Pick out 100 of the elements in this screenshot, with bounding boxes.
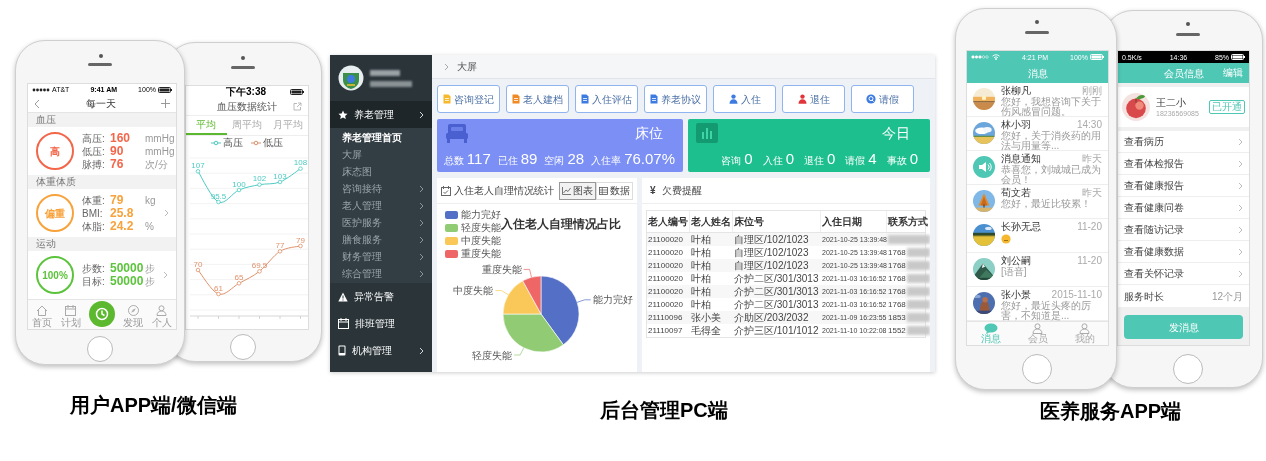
table-cell-text: 21100020 bbox=[647, 286, 684, 298]
menu-item[interactable]: 查看体检报告 bbox=[1118, 153, 1249, 175]
data-label: 65 bbox=[234, 272, 244, 282]
table-cell-text: 介护二区/301/3013 bbox=[733, 298, 820, 311]
quick-action-button[interactable]: 入住评估 bbox=[575, 85, 638, 113]
data-label: 69.5 bbox=[251, 260, 268, 270]
quick-action-button[interactable]: 请假 bbox=[851, 85, 914, 113]
data-label: 100 bbox=[232, 179, 246, 189]
center-action-button[interactable] bbox=[88, 301, 115, 327]
legend-label: 中度失能 bbox=[461, 236, 501, 246]
sidebar-item[interactable]: 养老管理 bbox=[330, 101, 432, 128]
stat-label: 咨询 bbox=[721, 154, 742, 168]
chevron-icon bbox=[1238, 137, 1243, 146]
blur-mask bbox=[370, 80, 412, 87]
data-label: 70 bbox=[193, 259, 203, 269]
message-row[interactable]: 荀文若 昨天 您好，最近比较累！ bbox=[967, 185, 1108, 219]
column-header: 联系方式 bbox=[887, 211, 930, 232]
submenu-item[interactable]: 老人管理 bbox=[330, 197, 432, 214]
member-name: 王二小 bbox=[1156, 97, 1187, 108]
panel-title: 入住老人自理情况统计 bbox=[454, 184, 555, 198]
blur-mask bbox=[906, 248, 930, 257]
submenu-item[interactable]: 养老管理首页 bbox=[330, 129, 432, 146]
submenu-item[interactable]: 床态图 bbox=[330, 163, 432, 180]
clock-icon bbox=[94, 307, 109, 321]
quick-action-button[interactable]: 咨询登记 bbox=[437, 85, 500, 113]
menu-item[interactable]: 查看病历 bbox=[1118, 131, 1249, 153]
submenu-item[interactable]: 财务管理 bbox=[330, 248, 432, 265]
message-row[interactable]: 消息通知 昨天 恭喜您，刘城城已成为会员！ bbox=[967, 151, 1108, 185]
view-toggle[interactable]: 数据 bbox=[596, 181, 633, 200]
slice-label: 能力完好 bbox=[592, 294, 633, 306]
section-heading: 血压 bbox=[36, 115, 56, 125]
table-cell-text: 叶柏 bbox=[690, 285, 712, 298]
leader-line bbox=[495, 290, 509, 296]
view-toggle[interactable]: 图表 bbox=[559, 181, 596, 200]
slice-label: 轻度失能 bbox=[472, 349, 513, 361]
phone-icon bbox=[338, 345, 346, 356]
data-point bbox=[257, 182, 262, 187]
tab-bar-item[interactable]: 发现 bbox=[123, 305, 144, 328]
sidebar-item[interactable]: 排班管理 bbox=[330, 310, 432, 337]
blur-mask bbox=[370, 69, 400, 76]
data-point bbox=[298, 243, 303, 249]
chevron-icon bbox=[444, 62, 449, 71]
message-row[interactable]: 林小羽 14:30 您好，关于消炎药的用法与用量等... bbox=[967, 117, 1108, 151]
sidebar-item[interactable]: 机构管理 bbox=[330, 337, 432, 364]
message-preview: 您好，最近头疼的厉害，不知道是... bbox=[1001, 301, 1092, 321]
data-label: 77 bbox=[275, 240, 285, 250]
menu-item[interactable]: 查看健康数据 bbox=[1118, 241, 1249, 263]
table-cell-text: 21110097 bbox=[647, 325, 684, 337]
stat-value: 89 bbox=[520, 151, 538, 166]
table-cell-text: 1853 bbox=[888, 312, 906, 324]
submenu-item[interactable]: 综合管理 bbox=[330, 265, 432, 282]
quick-action-button[interactable]: 养老协议 bbox=[644, 85, 707, 113]
legend-label: 轻度失能 bbox=[461, 223, 501, 233]
submenu-item[interactable]: 医护服务 bbox=[330, 214, 432, 231]
speaker-slot bbox=[1176, 33, 1200, 36]
message-row[interactable]: 长孙无忌 11-20 bbox=[967, 219, 1108, 253]
legend-label: 重度失能 bbox=[461, 249, 501, 259]
menu-item[interactable]: 查看关怀记录 bbox=[1118, 263, 1249, 285]
message-preview: 您好，关于消炎药的用法与用量等... bbox=[1001, 131, 1102, 151]
message-preview: 恭喜您，刘城城已成为会员！ bbox=[1001, 165, 1102, 185]
table-cell-text: 张小美 bbox=[690, 311, 722, 324]
message-preview: 您好，最近比较累！ bbox=[1001, 199, 1092, 209]
message-row[interactable]: 张柳凡 刚刚 您好，我想咨询下关于伤风感冒问题。 bbox=[967, 83, 1108, 117]
menu-item[interactable]: 查看随访记录 bbox=[1118, 219, 1249, 241]
submenu-item[interactable]: 大屏 bbox=[330, 146, 432, 163]
data-label: 103 bbox=[273, 171, 287, 181]
legend-label: 能力完好 bbox=[461, 210, 501, 220]
metric-value: 50000 bbox=[110, 275, 142, 288]
tab-bar-item[interactable]: 首页 bbox=[32, 305, 53, 328]
sidebar-item[interactable]: 异常告警 bbox=[330, 283, 432, 310]
message-time: 刚刚 bbox=[1082, 85, 1102, 96]
metric-label: 高压: bbox=[82, 131, 106, 145]
submenu-item[interactable]: 膳食服务 bbox=[330, 231, 432, 248]
blur-mask bbox=[906, 287, 930, 296]
tab-bar-item[interactable]: 个人 bbox=[151, 305, 172, 328]
tab-bar-item[interactable]: 计划 bbox=[60, 305, 81, 328]
metric-unit: mmHg bbox=[145, 144, 175, 158]
table-cell-text: 21100020 bbox=[647, 247, 684, 259]
contact-name: 张柳凡 bbox=[1001, 85, 1031, 96]
currency-sign: ¥ bbox=[650, 184, 656, 198]
compass-icon bbox=[127, 305, 139, 316]
quick-action-button[interactable]: 入住 bbox=[713, 85, 776, 113]
quick-action-button[interactable]: 老人建档 bbox=[506, 85, 569, 113]
submenu-item[interactable]: 咨询接待 bbox=[330, 180, 432, 197]
metric-label: BMI: bbox=[82, 206, 104, 220]
metric-unit: kg bbox=[145, 193, 156, 207]
table-cell-text: 介护二区/301/3013 bbox=[733, 272, 820, 285]
metric-value: 50000 bbox=[110, 262, 142, 275]
metric-value: 90 bbox=[110, 144, 125, 158]
data-point bbox=[216, 199, 221, 205]
column-header: 老人姓名 bbox=[690, 211, 733, 232]
quick-action-button[interactable]: 退住 bbox=[782, 85, 845, 113]
message-row[interactable]: 刘公嗣 11-20 [语音] bbox=[967, 253, 1108, 287]
speaker-slot bbox=[88, 63, 112, 66]
caption: 后台管理PC端 bbox=[600, 398, 728, 423]
menu-item[interactable]: 查看健康报告 bbox=[1118, 175, 1249, 197]
menu-item[interactable]: 查看健康问卷 bbox=[1118, 197, 1249, 219]
signal-icon bbox=[32, 87, 50, 92]
legend-label: 低压 bbox=[263, 138, 283, 148]
bar-chart-icon bbox=[696, 123, 718, 143]
